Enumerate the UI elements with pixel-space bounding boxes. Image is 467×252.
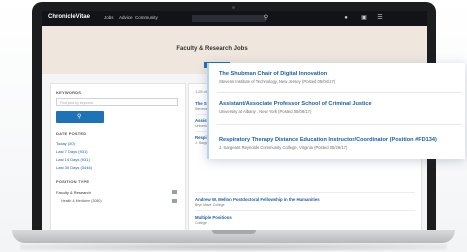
result-employer: Bryn Mawr College	[195, 203, 225, 207]
user-icon[interactable]: ●	[342, 14, 350, 22]
page-title: Faculty & Research Jobs	[176, 46, 248, 52]
subcategory-health-medicine[interactable]: Health & Medicine (3080)	[61, 199, 102, 203]
result-row[interactable]: Multiple Positions College	[195, 215, 415, 225]
menu-icon[interactable]: ☰	[376, 14, 384, 22]
search-button[interactable]: ⚲	[56, 111, 104, 123]
camera-icon	[232, 6, 235, 9]
subcategory-toggle[interactable]	[172, 199, 177, 203]
date-filter-7-days[interactable]: Last 7 Days (931)	[56, 149, 88, 154]
result-title[interactable]: Andrew W. Mellon Postdoctoral Fellowship…	[195, 197, 415, 202]
nav-link-jobs[interactable]: Jobs	[104, 15, 114, 20]
result-title[interactable]: Multiple Positions	[195, 215, 415, 220]
divider	[195, 210, 415, 211]
divider	[195, 192, 415, 193]
filter-sidebar: KEYWORDS Find jobs by keyword ⚲ DATE POS…	[50, 83, 186, 230]
date-filter-14-days[interactable]: Last 14 Days (931)	[56, 157, 90, 162]
laptop-notch	[212, 230, 256, 234]
featured-job[interactable]: Respiratory Therapy Distance Education I…	[219, 137, 437, 150]
laptop-shadow	[20, 243, 447, 251]
date-filter-30-days[interactable]: Last 30 Days (3446)	[56, 165, 92, 170]
keywords-heading: KEYWORDS	[56, 90, 82, 95]
date-posted-heading: DATE POSTED	[56, 131, 87, 136]
laptop-base	[12, 230, 455, 243]
nav-link-community[interactable]: Community	[135, 15, 158, 20]
site-search-input[interactable]	[192, 15, 266, 22]
category-faculty-research[interactable]: Faculty & Research	[56, 190, 91, 195]
search-icon: ⚲	[77, 114, 82, 120]
divider	[217, 124, 461, 125]
nav-link-advice[interactable]: Advice	[119, 15, 133, 20]
result-row[interactable]: Andrew W. Mellon Postdoctoral Fellowship…	[195, 197, 415, 207]
featured-job-meta: Stevens Institute of Technology, New Jer…	[219, 79, 336, 84]
featured-job[interactable]: Assistant/Associate Professor School of …	[219, 101, 372, 114]
featured-job-title[interactable]: Respiratory Therapy Distance Education I…	[219, 137, 437, 143]
featured-job-meta: University at Albany , New York (Posted …	[219, 109, 312, 114]
category-toggle[interactable]	[172, 190, 177, 194]
featured-job-title[interactable]: Assistant/Associate Professor School of …	[219, 101, 372, 107]
keyword-input[interactable]: Find jobs by keyword	[56, 98, 178, 106]
featured-job[interactable]: The Shubman Chair of Digital Innovation …	[219, 71, 335, 84]
featured-job-meta: J. Sargeant Reynolds Community College, …	[219, 145, 348, 150]
result-employer: College	[195, 221, 207, 225]
site-logo[interactable]: ChronicleVitae	[48, 14, 90, 20]
divider	[217, 92, 461, 93]
featured-jobs-callout: The Shubman Chair of Digital Innovation …	[207, 63, 465, 159]
search-icon[interactable]: ⚲	[262, 14, 270, 22]
top-navigation: ChronicleVitae Jobs Advice Community ⚲ ●…	[42, 11, 427, 26]
date-filter-today[interactable]: Today (30)	[56, 141, 75, 146]
position-type-heading: POSITION TYPE	[56, 179, 90, 184]
inbox-icon[interactable]: ▣	[360, 14, 368, 22]
featured-job-title[interactable]: The Shubman Chair of Digital Innovation	[219, 71, 335, 77]
